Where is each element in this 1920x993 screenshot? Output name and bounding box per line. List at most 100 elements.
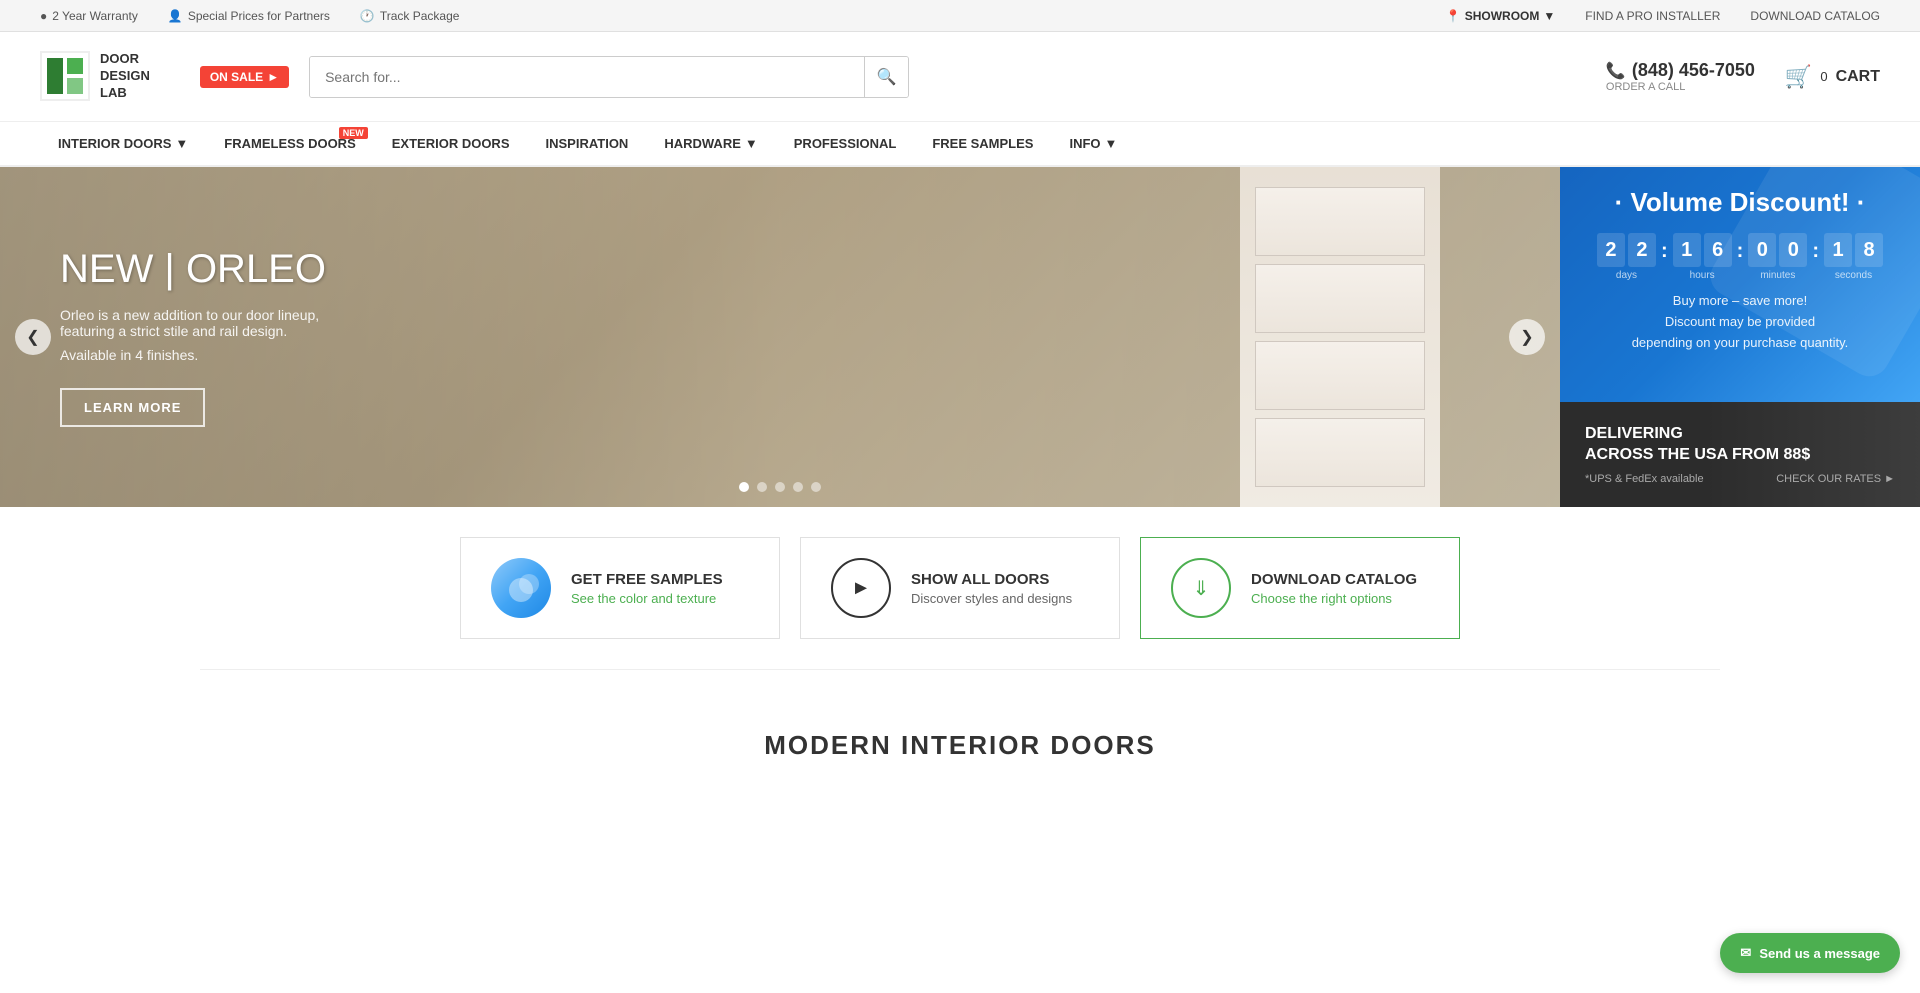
warranty-text: 2 Year Warranty — [52, 9, 138, 23]
warranty-item: ● 2 Year Warranty — [40, 9, 138, 23]
countdown-days-d2: 2 — [1628, 233, 1656, 267]
cta-section: GET FREE SAMPLES See the color and textu… — [0, 507, 1920, 669]
logo-line3: LAB — [100, 85, 150, 102]
search-input[interactable] — [310, 57, 864, 97]
hero-title: NEW | ORLEO — [60, 247, 326, 292]
logo-area[interactable]: DOOR DESIGN LAB — [40, 51, 150, 102]
new-badge: new — [339, 127, 368, 139]
delivery-title: DELIVERING ACROSS THE USA FROM 88$ — [1585, 424, 1895, 466]
arrow-icon: ► — [831, 558, 891, 618]
nav-frameless-doors[interactable]: FRAMELESS DOORS new — [206, 121, 373, 166]
chat-button[interactable]: ✉ Send us a message — [1720, 933, 1900, 973]
countdown-days-label: days — [1616, 270, 1637, 281]
cta-show-all-subtitle: Discover styles and designs — [911, 591, 1072, 606]
nav-interior-doors-label: INTERIOR DOORS — [58, 136, 171, 151]
logo-icon — [40, 51, 90, 101]
cart-label: CART — [1836, 68, 1880, 86]
nav-free-samples-label: FREE SAMPLES — [932, 136, 1033, 151]
countdown-days-digits: 2 2 — [1597, 233, 1656, 267]
nav-info[interactable]: INFO ▼ — [1051, 121, 1135, 166]
cta-catalog-subtitle: Choose the right options — [1251, 591, 1417, 606]
delivery-sub-text: *UPS & FedEx available — [1585, 473, 1704, 485]
cta-show-all-title: SHOW ALL DOORS — [911, 571, 1072, 588]
showroom-text: SHOWROOM — [1465, 9, 1540, 23]
nav-info-chevron: ▼ — [1105, 136, 1118, 151]
nav-exterior-doors[interactable]: EXTERIOR DOORS — [374, 121, 528, 166]
cta-show-all-card[interactable]: ► SHOW ALL DOORS Discover styles and des… — [800, 537, 1120, 639]
hero-door-decoration — [1240, 167, 1440, 507]
nav-hardware-chevron: ▼ — [745, 136, 758, 151]
hero-section: NEW | ORLEO Orleo is a new addition to o… — [0, 167, 1920, 507]
countdown-days-d1: 2 — [1597, 233, 1625, 267]
cta-catalog-title: DOWNLOAD CATALOG — [1251, 571, 1417, 588]
countdown-days: 2 2 days — [1597, 233, 1656, 281]
on-sale-arrow: ► — [267, 70, 279, 84]
slider-prev-button[interactable]: ❮ — [15, 319, 51, 355]
header: DOOR DESIGN LAB ON SALE ► 🔍 📞 (848) 456-… — [0, 32, 1920, 122]
partners-icon: 👤 — [168, 9, 183, 23]
nav-free-samples[interactable]: FREE SAMPLES — [914, 121, 1051, 166]
slider-dot-1[interactable] — [739, 482, 749, 492]
check-rates-link[interactable]: CHECK OUR RATES ► — [1776, 473, 1895, 485]
countdown-sep-1: : — [1661, 233, 1668, 281]
delivery-banner[interactable]: DELIVERING ACROSS THE USA FROM 88$ *UPS … — [1560, 402, 1920, 507]
showroom-chevron: ▼ — [1543, 9, 1555, 23]
slider-dots — [739, 482, 821, 492]
warranty-icon: ● — [40, 9, 47, 23]
hero-content: NEW | ORLEO Orleo is a new addition to o… — [60, 247, 326, 427]
slider-dot-5[interactable] — [811, 482, 821, 492]
cta-samples-title: GET FREE SAMPLES — [571, 571, 723, 588]
slider-dot-4[interactable] — [793, 482, 803, 492]
phone-number[interactable]: 📞 (848) 456-7050 — [1606, 60, 1755, 81]
nav-interior-doors[interactable]: INTERIOR DOORS ▼ — [40, 121, 206, 166]
nav-inspiration[interactable]: INSPIRATION — [528, 121, 647, 166]
nav-professional[interactable]: PROFESSIONAL — [776, 121, 915, 166]
cta-catalog-card[interactable]: ⇓ DOWNLOAD CATALOG Choose the right opti… — [1140, 537, 1460, 639]
nav-inspiration-label: INSPIRATION — [546, 136, 629, 151]
slider-dot-2[interactable] — [757, 482, 767, 492]
download-icon: ⇓ — [1171, 558, 1231, 618]
nav-exterior-doors-label: EXTERIOR DOORS — [392, 136, 510, 151]
samples-icon — [491, 558, 551, 618]
countdown-hours-d1: 1 — [1673, 233, 1701, 267]
top-bar-left: ● 2 Year Warranty 👤 Special Prices for P… — [40, 9, 459, 23]
nav-info-label: INFO — [1069, 136, 1100, 151]
logo-line2: DESIGN — [100, 68, 150, 85]
search-bar: 🔍 — [309, 56, 909, 98]
on-sale-badge: ON SALE ► — [200, 66, 289, 88]
find-pro-text: FIND A PRO INSTALLER — [1585, 9, 1720, 23]
learn-more-button[interactable]: LEARN MORE — [60, 388, 205, 427]
cta-catalog-text: DOWNLOAD CATALOG Choose the right option… — [1251, 571, 1417, 606]
location-icon: 📍 — [1446, 9, 1461, 23]
cart-area[interactable]: 🛒 0 CART — [1785, 64, 1880, 90]
logo-text: DOOR DESIGN LAB — [100, 51, 150, 102]
showroom-link[interactable]: 📍 SHOWROOM ▼ — [1446, 9, 1556, 23]
section-title-area: MODERN INTERIOR DOORS — [0, 670, 1920, 771]
find-pro-link[interactable]: FIND A PRO INSTALLER — [1585, 9, 1720, 23]
chat-icon: ✉ — [1740, 945, 1751, 961]
slider-dot-3[interactable] — [775, 482, 785, 492]
hero-subtitle: Orleo is a new addition to our door line… — [60, 307, 326, 339]
cta-samples-subtitle: See the color and texture — [571, 591, 723, 606]
hero-subtitle-line2: featuring a strict stile and rail design… — [60, 323, 326, 339]
on-sale-text: ON SALE — [210, 70, 263, 84]
delivery-sub: *UPS & FedEx available CHECK OUR RATES ► — [1585, 473, 1895, 485]
cta-samples-card[interactable]: GET FREE SAMPLES See the color and textu… — [460, 537, 780, 639]
order-call-text[interactable]: ORDER A CALL — [1606, 81, 1685, 93]
search-button[interactable]: 🔍 — [864, 57, 908, 97]
door-panel-4 — [1255, 418, 1425, 487]
nav-hardware[interactable]: HARDWARE ▼ — [646, 121, 775, 166]
check-rates-arrow: ► — [1884, 473, 1895, 485]
track-item: 🕐 Track Package — [360, 9, 460, 23]
delivery-title-line1: DELIVERING — [1585, 424, 1895, 445]
delivery-title-line2: ACROSS THE USA FROM 88$ — [1585, 445, 1895, 466]
track-icon: 🕐 — [360, 9, 375, 23]
nav-frameless-doors-label: FRAMELESS DOORS — [224, 136, 355, 151]
hero-available-text: Available in 4 finishes. — [60, 347, 326, 363]
slider-next-button[interactable]: ❯ — [1509, 319, 1545, 355]
volume-discount-panel[interactable]: · Volume Discount! · 2 2 days : 1 6 hour… — [1560, 167, 1920, 402]
hero-slider: NEW | ORLEO Orleo is a new addition to o… — [0, 167, 1560, 507]
cart-icon: 🛒 — [1785, 64, 1812, 90]
download-catalog-link[interactable]: DOWNLOAD CATALOG — [1750, 9, 1880, 23]
nav-professional-label: PROFESSIONAL — [794, 136, 897, 151]
